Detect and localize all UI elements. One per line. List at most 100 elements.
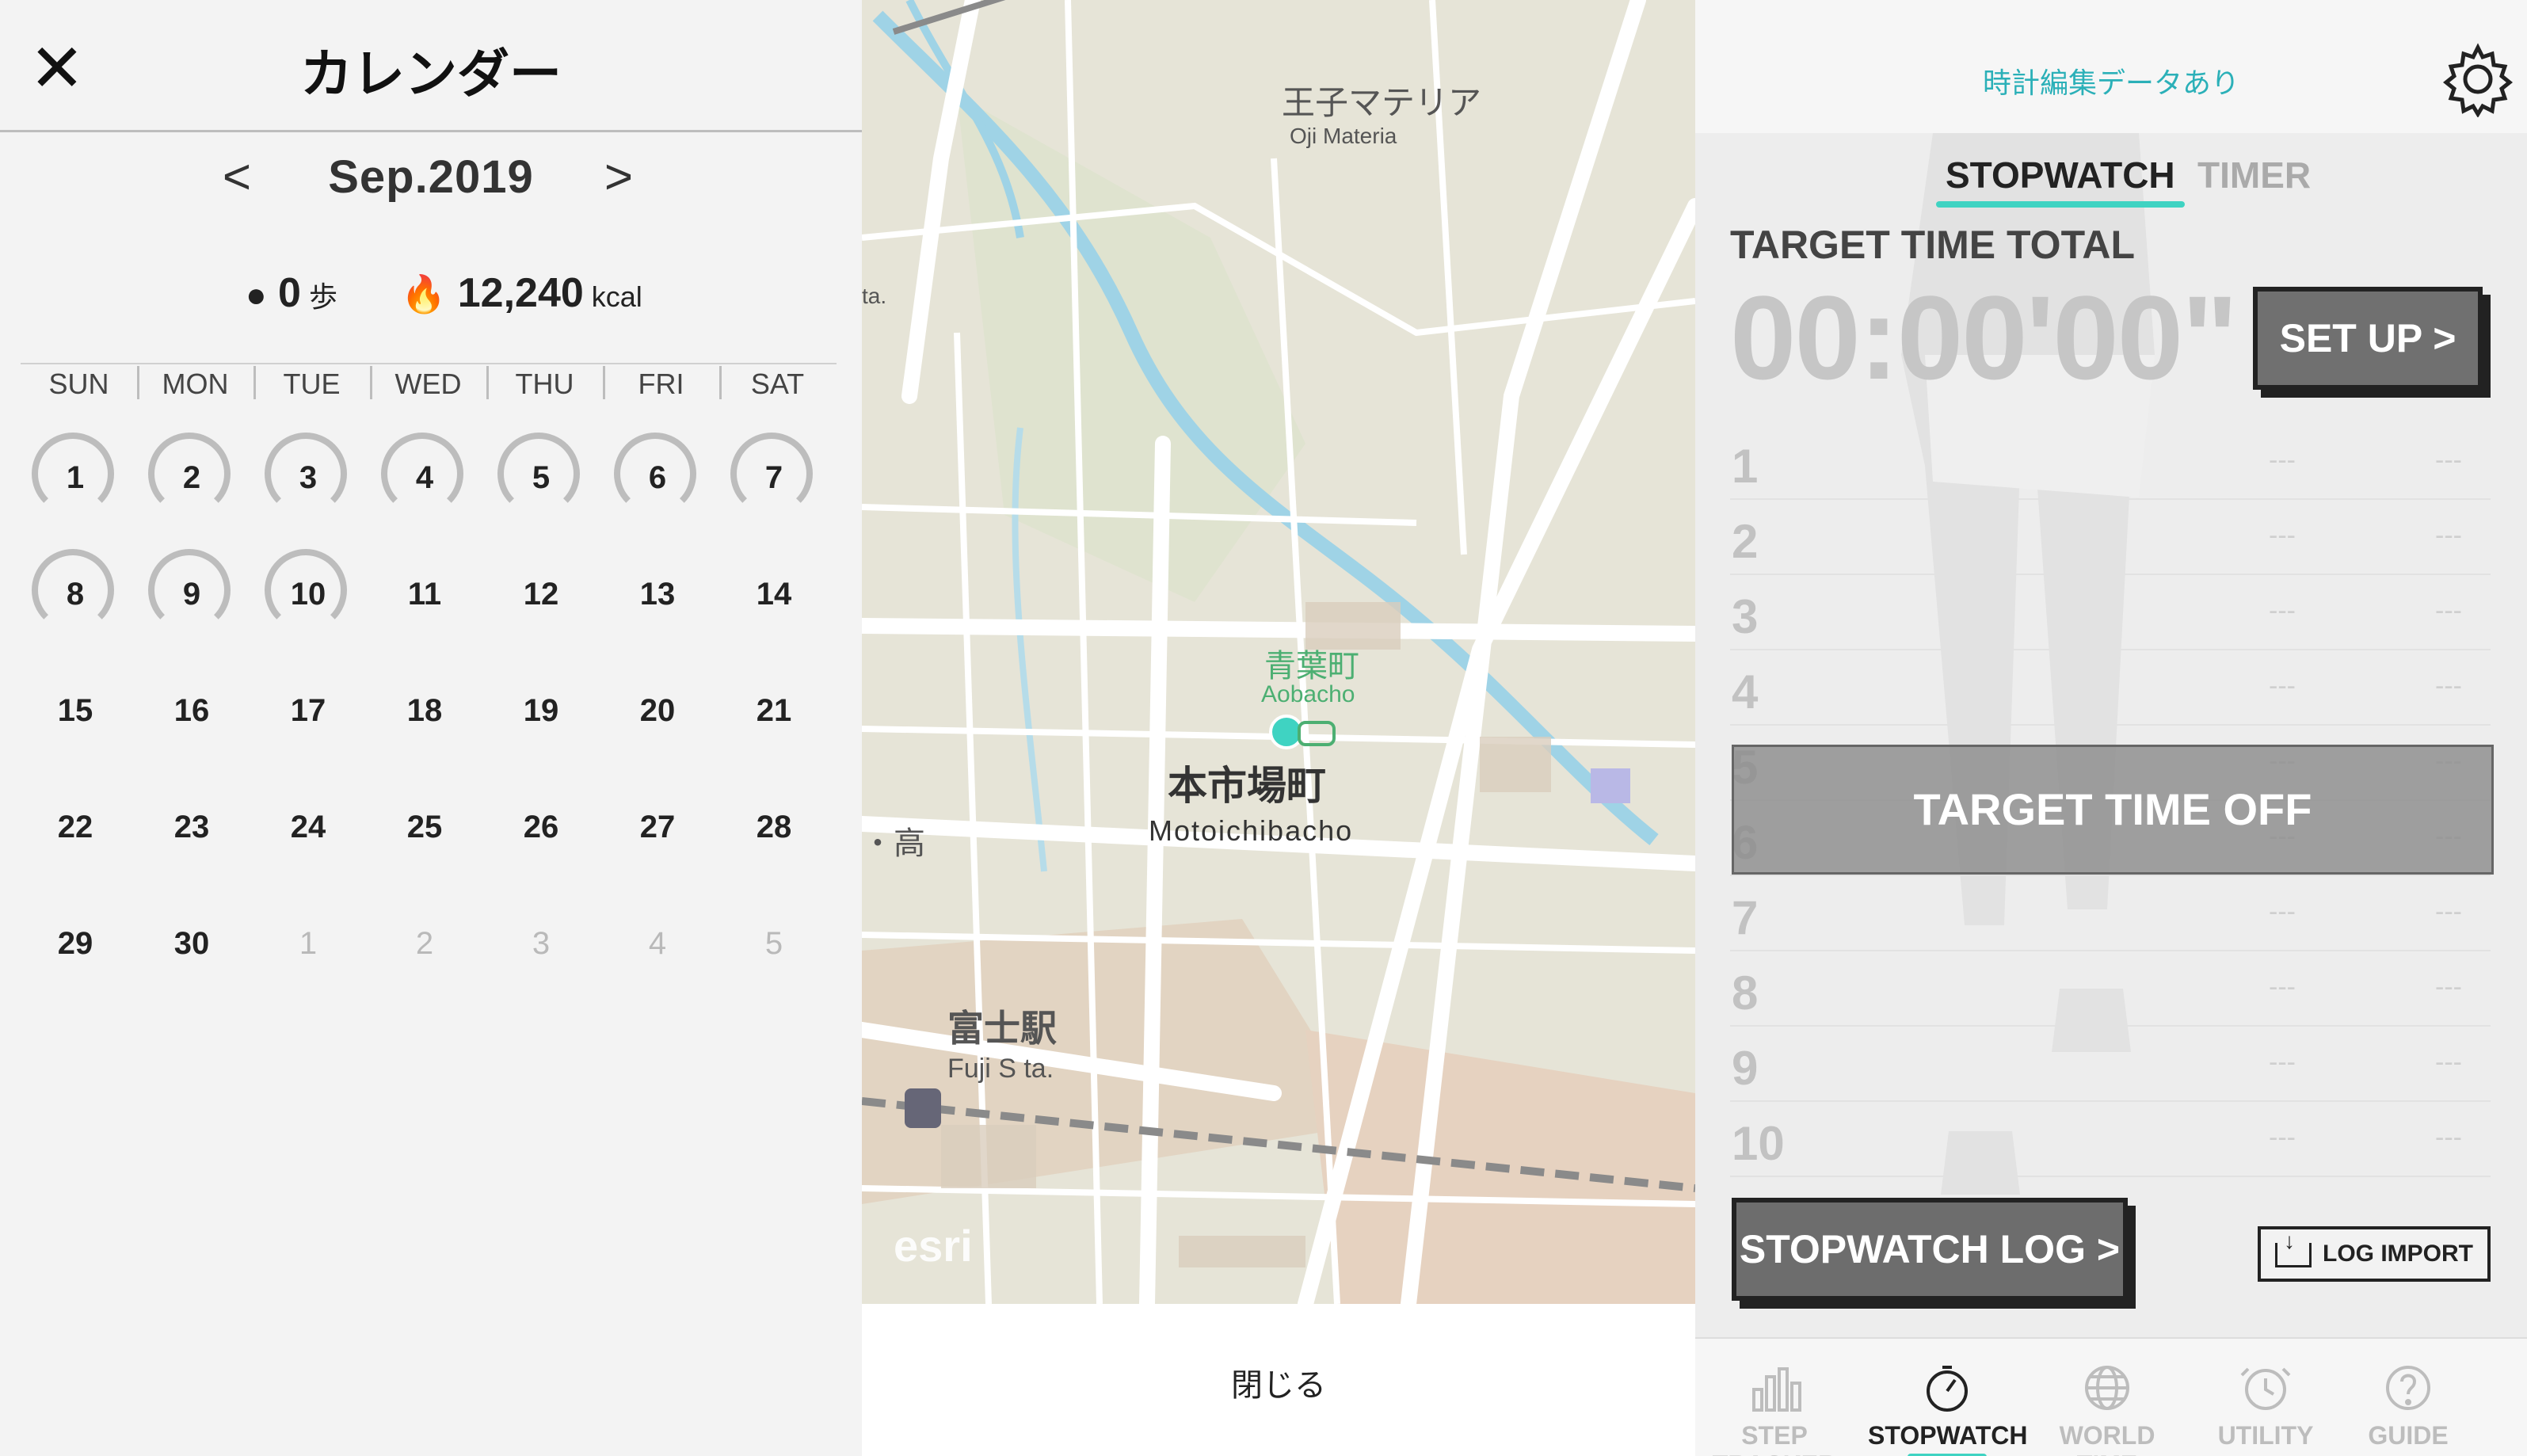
calendar-day[interactable]: 6	[606, 433, 709, 521]
lap-row: 7 --- ---	[1730, 875, 2491, 951]
calendar-day[interactable]: 12	[490, 551, 593, 638]
calendar-day-next-month: 5	[764, 926, 783, 961]
calendar-day[interactable]: 19	[490, 667, 593, 754]
tab-timer[interactable]: TIMER	[2197, 154, 2311, 196]
lap-row: 8 --- ---	[1730, 950, 2491, 1027]
map-label-fuji-en: Fuji S ta.	[947, 1054, 1054, 1084]
stopwatch-log-button[interactable]: STOPWATCH LOG >	[1732, 1198, 2128, 1301]
calendar-day[interactable]: 26	[490, 783, 593, 871]
map-view[interactable]: 王子マテリア Oji Materia ta. 青葉町 Aobacho 本市場町 …	[862, 0, 1695, 1304]
help-icon	[2386, 1366, 2430, 1410]
calendar-day[interactable]: 22	[24, 783, 127, 871]
calendar-day[interactable]: 14	[722, 551, 825, 638]
calendar-day[interactable]: 13	[606, 551, 709, 638]
month-label: Sep.2019	[328, 151, 534, 203]
target-time-display: 00:00'00"	[1730, 271, 2238, 404]
calendar-day[interactable]: 29	[24, 900, 127, 987]
weekday-fri: FRI	[638, 368, 684, 400]
nav-guide[interactable]: GUIDE	[2329, 1339, 2487, 1456]
lap-split: ---	[2435, 520, 2462, 551]
calendar-day[interactable]: 20	[606, 667, 709, 754]
calendar-day-next-month: 2	[415, 926, 434, 961]
map-label-aobacho: 青葉町	[1264, 649, 1359, 684]
map-label-fuji: 富士駅	[947, 1008, 1057, 1049]
calendar-panel: ✕ カレンダー < Sep.2019 > ● 0歩 🔥 12,240 kcal S…	[0, 0, 862, 1456]
map-label-motoichiba: 本市場町	[1168, 764, 1326, 808]
calendar-day[interactable]: 9	[140, 549, 243, 638]
calendar-day[interactable]: 25	[373, 783, 476, 871]
calendar-day[interactable]: 30	[140, 900, 243, 987]
kcal-value: 12,240	[457, 270, 584, 316]
calendar-day[interactable]: 3	[257, 433, 360, 521]
lap-time: ---	[2269, 520, 2296, 551]
lap-number: 3	[1732, 590, 1759, 643]
kcal-unit: kcal	[591, 280, 642, 313]
lap-number: 4	[1732, 665, 1759, 718]
chevron-right-icon[interactable]: >	[591, 149, 646, 205]
esri-logo: esri	[894, 1221, 973, 1271]
lap-number: 10	[1732, 1117, 1785, 1170]
weekday-thu: THU	[515, 368, 574, 400]
calendar-day[interactable]: 24	[257, 783, 360, 871]
calendar-day[interactable]: 10	[257, 549, 360, 638]
calendar-day[interactable]: 5	[490, 433, 593, 521]
calendar-day[interactable]: 11	[373, 551, 476, 638]
weekday-wed: WED	[394, 368, 462, 400]
lap-split: ---	[2435, 972, 2462, 1002]
calendar-day[interactable]: 15	[24, 667, 127, 754]
map-panel: 王子マテリア Oji Materia ta. 青葉町 Aobacho 本市場町 …	[862, 0, 1695, 1456]
lap-time: ---	[2269, 1047, 2296, 1077]
calendar-header: ✕ カレンダー	[0, 0, 862, 132]
calendar-day[interactable]: 7	[722, 433, 825, 521]
close-bar: 閉じる	[862, 1304, 1695, 1456]
lap-number: 9	[1732, 1042, 1759, 1095]
stopwatch-icon	[1927, 1366, 1968, 1412]
nav-world-time[interactable]: WORLD TIME	[2028, 1339, 2186, 1456]
weekday-divider	[486, 366, 489, 399]
lap-row: 9 --- ---	[1730, 1025, 2491, 1102]
footprint-icon: ●	[246, 276, 267, 314]
nav-label: STEP TRACKER	[1713, 1421, 1836, 1456]
nav-utility[interactable]: UTILITY	[2186, 1339, 2345, 1456]
nav-step-tracker[interactable]: STEP TRACKER	[1695, 1339, 1854, 1456]
calendar-day[interactable]: 21	[722, 667, 825, 754]
lap-split: ---	[2435, 596, 2462, 626]
calendar-day[interactable]: 4	[373, 433, 476, 521]
calendar-day[interactable]: 28	[722, 783, 825, 871]
calendar-day[interactable]: 8	[24, 549, 127, 638]
rail-station-icon	[905, 1088, 941, 1128]
lap-time: ---	[2269, 1122, 2296, 1153]
steps-value: 0	[278, 270, 301, 316]
setup-button[interactable]: SET UP >	[2253, 287, 2483, 390]
calendar-day[interactable]: 1	[24, 433, 127, 521]
gear-icon[interactable]	[2440, 41, 2516, 117]
map-label-edge-ta: ta.	[862, 284, 887, 308]
weekday-sat: SAT	[750, 368, 805, 400]
train-station-icon	[1298, 721, 1336, 746]
flame-icon: 🔥	[401, 273, 447, 314]
map-label-motoichiba-en: Motoichibacho	[1149, 814, 1354, 847]
tab-stopwatch[interactable]: STOPWATCH	[1936, 154, 2185, 208]
calendar-day[interactable]: 2	[140, 433, 243, 521]
close-button[interactable]: 閉じる	[862, 1359, 1695, 1405]
nav-stopwatch[interactable]: STOPWATCH	[1868, 1339, 2027, 1456]
weekday-divider	[719, 366, 722, 399]
log-import-button[interactable]: LOG IMPORT	[2258, 1226, 2491, 1282]
calendar-day[interactable]: 16	[140, 667, 243, 754]
lap-number: 7	[1732, 891, 1759, 944]
calendar-day[interactable]: 27	[606, 783, 709, 871]
weekday-divider	[137, 366, 139, 399]
import-icon	[2275, 1230, 2312, 1267]
lap-split: ---	[2435, 897, 2462, 927]
nav-label: WORLD TIME	[2059, 1421, 2155, 1456]
lap-split: ---	[2435, 671, 2462, 701]
kcal-summary: 🔥 12,240 kcal	[401, 269, 642, 317]
calendar-day[interactable]: 17	[257, 667, 360, 754]
edit-data-notice[interactable]: 時計編集データあり	[1695, 60, 2527, 101]
calendar-day[interactable]: 23	[140, 783, 243, 871]
calendar-day[interactable]: 18	[373, 667, 476, 754]
lap-time: ---	[2269, 972, 2296, 1002]
target-time-off-overlay[interactable]: TARGET TIME OFF	[1732, 745, 2494, 875]
lap-number: 8	[1732, 966, 1759, 1020]
nav-label: UTILITY	[2217, 1421, 2314, 1450]
